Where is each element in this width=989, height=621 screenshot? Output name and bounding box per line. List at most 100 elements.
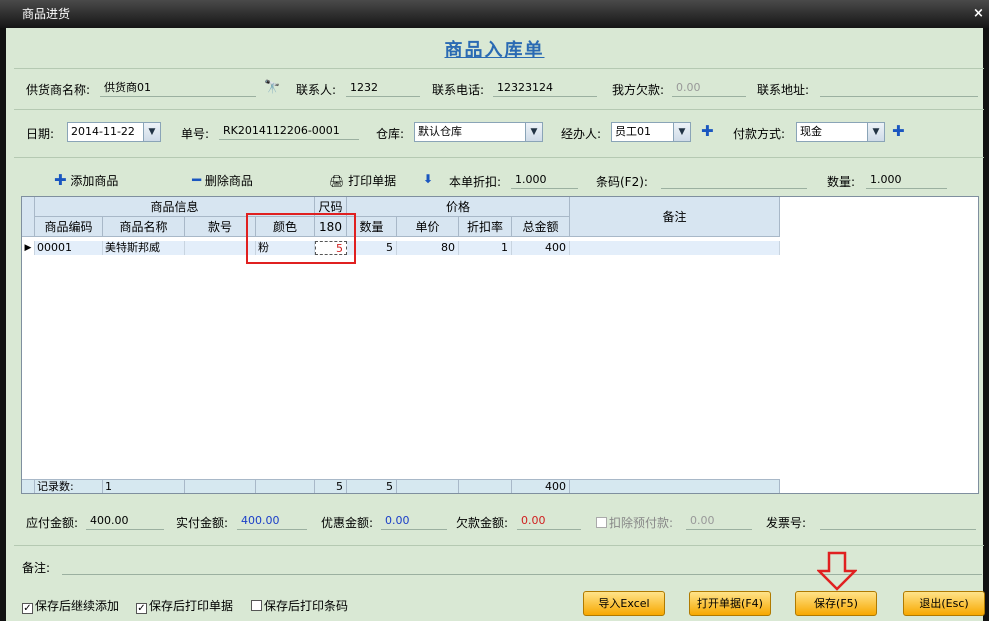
divider xyxy=(14,545,984,546)
cell-note[interactable] xyxy=(570,241,780,255)
owed-label: 欠款金额: xyxy=(456,516,509,530)
exit-button[interactable]: 退出(Esc) xyxy=(903,591,985,616)
cell-total[interactable]: 400 xyxy=(512,241,570,255)
date-label: 日期: xyxy=(26,127,55,141)
divider xyxy=(14,68,984,69)
window-frame-right xyxy=(983,28,989,621)
column-header-name[interactable]: 商品名称 xyxy=(103,217,185,237)
footer-size-180: 5 xyxy=(315,479,347,493)
import-excel-button[interactable]: 导入Excel xyxy=(583,591,665,616)
add-product-button[interactable]: ✚ 添加商品 xyxy=(54,172,118,189)
contact-field[interactable]: 1232 xyxy=(346,79,420,97)
prepay-label: 扣除预付款: xyxy=(609,516,674,530)
warehouse-select[interactable]: 默认仓库 ▼ xyxy=(414,122,543,142)
phone-label: 联系电话: xyxy=(432,83,485,97)
handler-label: 经办人: xyxy=(561,127,602,141)
phone-field[interactable]: 12323124 xyxy=(493,79,597,97)
row-header-corner xyxy=(22,197,35,237)
plus-icon: ✚ xyxy=(54,171,67,189)
group-header-price: 价格 xyxy=(347,197,570,217)
qty-label: 数量: xyxy=(827,175,856,189)
address-field[interactable] xyxy=(820,79,978,97)
paid-field[interactable]: 400.00 xyxy=(237,512,307,530)
footer-corner xyxy=(22,479,35,493)
handler-select[interactable]: 员工01 ▼ xyxy=(611,122,691,142)
save-button[interactable]: 保存(F5) xyxy=(795,591,877,616)
divider xyxy=(14,157,984,158)
form-title: 商品入库单 xyxy=(444,40,545,61)
column-header-price[interactable]: 单价 xyxy=(397,217,459,237)
remark-label: 备注: xyxy=(22,561,51,575)
column-header-note[interactable]: 备注 xyxy=(570,197,780,237)
row-pointer-icon: ▶ xyxy=(22,241,35,255)
product-grid[interactable]: 商品信息 尺码 价格 备注 商品编码 商品名称 款号 颜色 180 数量 单价 … xyxy=(21,196,979,494)
window-title: 商品进货 xyxy=(22,7,71,21)
qty-field[interactable]: 1.000 xyxy=(866,171,947,189)
discount-amount-field[interactable]: 0.00 xyxy=(381,512,447,530)
print-doc-option[interactable]: ✓ 保存后打印单据 xyxy=(136,597,233,614)
binoculars-icon[interactable]: 🔭 xyxy=(264,80,280,95)
owe-field: 0.00 xyxy=(672,79,746,97)
printer-icon: 🖨 xyxy=(329,174,345,188)
minus-icon: ━ xyxy=(192,171,202,189)
highlight-box xyxy=(246,213,356,264)
barcode-label: 条码(F2): xyxy=(596,175,648,189)
address-label: 联系地址: xyxy=(757,83,810,97)
warehouse-value: 默认仓库 xyxy=(418,125,462,138)
red-arrow-down-icon xyxy=(817,551,857,591)
cell-rate[interactable]: 1 xyxy=(459,241,512,255)
cell-code[interactable]: 00001 xyxy=(35,241,103,255)
open-doc-button[interactable]: 打开单据(F4) xyxy=(689,591,771,616)
payable-label: 应付金额: xyxy=(26,516,79,530)
invoice-field[interactable] xyxy=(820,512,976,530)
discount-field[interactable]: 1.000 xyxy=(511,171,578,189)
print-barcode-option[interactable]: 保存后打印条码 xyxy=(251,597,348,614)
supplier-field[interactable]: 供货商01 xyxy=(100,79,256,97)
prepay-option[interactable]: 扣除预付款: xyxy=(596,514,673,531)
divider xyxy=(14,109,984,110)
print-barcode-checkbox[interactable] xyxy=(251,600,262,611)
prepay-checkbox[interactable] xyxy=(596,517,607,528)
date-picker[interactable]: 2014-11-22 ▼ xyxy=(67,122,161,142)
add-payment-plus-icon[interactable]: ✚ xyxy=(892,124,905,139)
add-handler-plus-icon[interactable]: ✚ xyxy=(701,124,714,139)
handler-value: 员工01 xyxy=(615,125,651,138)
chevron-down-icon[interactable]: ▼ xyxy=(867,123,884,141)
owe-label: 我方欠款: xyxy=(612,83,665,97)
payment-select[interactable]: 现金 ▼ xyxy=(796,122,885,142)
print-barcode-label: 保存后打印条码 xyxy=(264,599,349,613)
footer-qty: 5 xyxy=(347,479,397,493)
continue-add-option[interactable]: ✓ 保存后继续添加 xyxy=(22,597,119,614)
footer-empty xyxy=(459,479,512,493)
continue-add-checkbox[interactable]: ✓ xyxy=(22,603,33,614)
chevron-down-icon[interactable]: ▼ xyxy=(525,123,542,141)
column-header-total[interactable]: 总金额 xyxy=(512,217,570,237)
print-doc-option-label: 保存后打印单据 xyxy=(149,599,234,613)
payment-value: 现金 xyxy=(800,125,822,138)
footer-total: 400 xyxy=(512,479,570,493)
delete-product-button[interactable]: ━ 删除商品 xyxy=(192,172,253,189)
cell-name[interactable]: 美特斯邦威 xyxy=(103,241,185,255)
order-field: RK2014112206-0001 xyxy=(219,122,359,140)
column-header-rate[interactable]: 折扣率 xyxy=(459,217,512,237)
supplier-label: 供货商名称: xyxy=(26,83,91,97)
footer-empty xyxy=(185,479,256,493)
payment-label: 付款方式: xyxy=(733,127,786,141)
footer-empty xyxy=(256,479,315,493)
discount-label: 本单折扣: xyxy=(449,175,502,189)
invoice-label: 发票号: xyxy=(766,516,807,530)
delete-product-label: 删除商品 xyxy=(204,174,253,188)
chevron-down-icon[interactable]: ▼ xyxy=(143,123,160,141)
barcode-field[interactable] xyxy=(661,171,807,189)
close-icon[interactable]: × xyxy=(973,0,987,28)
footer-count: 1 xyxy=(103,479,185,493)
cell-price[interactable]: 80 xyxy=(397,241,459,255)
print-doc-button[interactable]: 🖨 打印单据 xyxy=(329,172,396,189)
payable-field: 400.00 xyxy=(86,512,164,530)
chevron-down-icon[interactable]: ▼ xyxy=(673,123,690,141)
date-value: 2014-11-22 xyxy=(71,125,135,138)
prepay-field: 0.00 xyxy=(686,512,752,530)
footer-label: 记录数: xyxy=(35,479,103,493)
column-header-code[interactable]: 商品编码 xyxy=(35,217,103,237)
print-doc-checkbox[interactable]: ✓ xyxy=(136,603,147,614)
